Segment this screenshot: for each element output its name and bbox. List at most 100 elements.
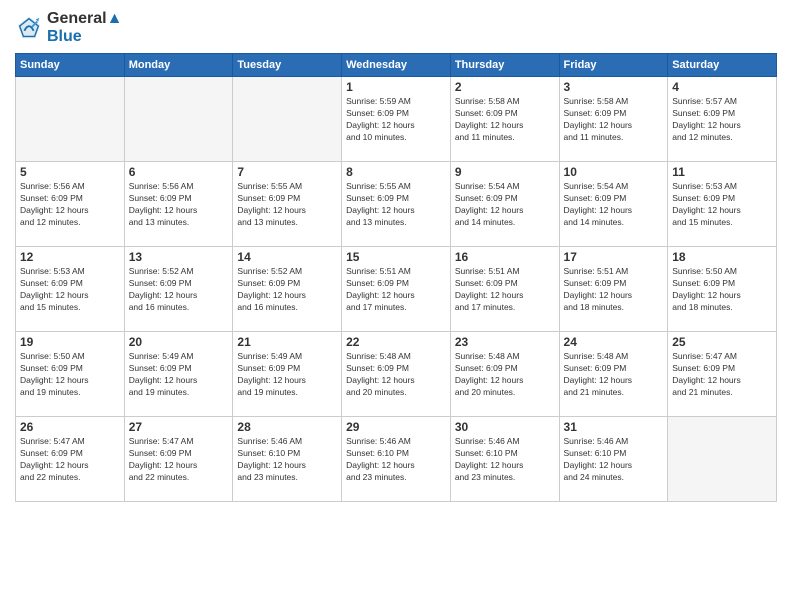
day-info: Sunrise: 5:46 AM Sunset: 6:10 PM Dayligh… — [455, 436, 555, 484]
day-info: Sunrise: 5:56 AM Sunset: 6:09 PM Dayligh… — [20, 181, 120, 229]
day-number: 22 — [346, 335, 446, 349]
calendar-cell: 24Sunrise: 5:48 AM Sunset: 6:09 PM Dayli… — [559, 332, 668, 417]
calendar-cell: 9 Sunrise: 5:54 AM Sunset: 6:09 PM Daylig… — [450, 162, 559, 247]
day-info: Sunrise: 5:55 AM Sunset: 6:09 PM Dayligh… — [237, 181, 337, 229]
calendar-cell: 22 Sunrise: 5:48 AM Sunset: 6:09 PM Dayli… — [342, 332, 451, 417]
day-number: 12 — [20, 250, 120, 264]
day-number: 29 — [346, 420, 446, 434]
calendar-cell: 18Sunrise: 5:50 AM Sunset: 6:09 PM Dayli… — [668, 247, 777, 332]
day-number: 23 — [455, 335, 555, 349]
day-info: Sunrise: 5:50 AM Sunset: 6:09 PM Dayligh… — [20, 351, 120, 399]
day-info: Sunrise: 5:57 AM Sunset: 6:09 PM Dayligh… — [672, 96, 772, 144]
calendar-cell: 26 Sunrise: 5:47 AM Sunset: 6:09 PM Dayli… — [16, 417, 125, 502]
day-number: 18 — [672, 250, 772, 264]
day-number: 7 — [237, 165, 337, 179]
weekday-header-wednesday: Wednesday — [342, 54, 451, 77]
calendar-cell: 29 Sunrise: 5:46 AM Sunset: 6:10 PM Dayli… — [342, 417, 451, 502]
day-info: Sunrise: 5:58 AM Sunset: 6:09 PM Dayligh… — [564, 96, 664, 144]
weekday-header-friday: Friday — [559, 54, 668, 77]
day-info: Sunrise: 5:52 AM Sunset: 6:09 PM Dayligh… — [237, 266, 337, 314]
calendar-cell: 15 Sunrise: 5:51 AM Sunset: 6:09 PM Dayli… — [342, 247, 451, 332]
calendar-cell: 16 Sunrise: 5:51 AM Sunset: 6:09 PM Dayli… — [450, 247, 559, 332]
calendar-cell: 27 Sunrise: 5:47 AM Sunset: 6:09 PM Dayli… — [124, 417, 233, 502]
day-info: Sunrise: 5:52 AM Sunset: 6:09 PM Dayligh… — [129, 266, 229, 314]
day-info: Sunrise: 5:48 AM Sunset: 6:09 PM Dayligh… — [455, 351, 555, 399]
day-info: Sunrise: 5:53 AM Sunset: 6:09 PM Dayligh… — [672, 181, 772, 229]
calendar-cell: 11Sunrise: 5:53 AM Sunset: 6:09 PM Dayli… — [668, 162, 777, 247]
calendar-cell: 25 Sunrise: 5:47 AM Sunset: 6:09 PM Dayli… — [668, 332, 777, 417]
calendar-cell: 3 Sunrise: 5:58 AM Sunset: 6:09 PM Daylig… — [559, 77, 668, 162]
day-info: Sunrise: 5:53 AM Sunset: 6:09 PM Dayligh… — [20, 266, 120, 314]
day-info: Sunrise: 5:49 AM Sunset: 6:09 PM Dayligh… — [237, 351, 337, 399]
calendar-table: SundayMondayTuesdayWednesdayThursdayFrid… — [15, 53, 777, 502]
week-row-1: 1Sunrise: 5:59 AM Sunset: 6:09 PM Daylig… — [16, 77, 777, 162]
day-info: Sunrise: 5:56 AM Sunset: 6:09 PM Dayligh… — [129, 181, 229, 229]
calendar-cell: 21 Sunrise: 5:49 AM Sunset: 6:09 PM Dayli… — [233, 332, 342, 417]
weekday-header-tuesday: Tuesday — [233, 54, 342, 77]
day-info: Sunrise: 5:47 AM Sunset: 6:09 PM Dayligh… — [129, 436, 229, 484]
calendar-cell: 10 Sunrise: 5:54 AM Sunset: 6:09 PM Dayli… — [559, 162, 668, 247]
day-number: 17 — [564, 250, 664, 264]
calendar-cell — [668, 417, 777, 502]
calendar-cell: 2Sunrise: 5:58 AM Sunset: 6:09 PM Daylig… — [450, 77, 559, 162]
header: General▲ Blue — [15, 10, 777, 45]
weekday-header-sunday: Sunday — [16, 54, 125, 77]
day-info: Sunrise: 5:46 AM Sunset: 6:10 PM Dayligh… — [346, 436, 446, 484]
day-number: 20 — [129, 335, 229, 349]
day-number: 15 — [346, 250, 446, 264]
week-row-3: 12 Sunrise: 5:53 AM Sunset: 6:09 PM Dayli… — [16, 247, 777, 332]
day-info: Sunrise: 5:51 AM Sunset: 6:09 PM Dayligh… — [564, 266, 664, 314]
day-number: 4 — [672, 80, 772, 94]
calendar-cell — [16, 77, 125, 162]
calendar-cell — [233, 77, 342, 162]
logo: General▲ Blue — [15, 10, 122, 45]
day-info: Sunrise: 5:48 AM Sunset: 6:09 PM Dayligh… — [564, 351, 664, 399]
logo-icon — [15, 14, 43, 42]
weekday-header-thursday: Thursday — [450, 54, 559, 77]
day-number: 21 — [237, 335, 337, 349]
calendar-cell: 8 Sunrise: 5:55 AM Sunset: 6:09 PM Daylig… — [342, 162, 451, 247]
day-info: Sunrise: 5:47 AM Sunset: 6:09 PM Dayligh… — [672, 351, 772, 399]
day-info: Sunrise: 5:47 AM Sunset: 6:09 PM Dayligh… — [20, 436, 120, 484]
day-number: 10 — [564, 165, 664, 179]
day-number: 27 — [129, 420, 229, 434]
calendar-cell: 12 Sunrise: 5:53 AM Sunset: 6:09 PM Dayli… — [16, 247, 125, 332]
weekday-header-monday: Monday — [124, 54, 233, 77]
calendar-cell — [124, 77, 233, 162]
day-info: Sunrise: 5:54 AM Sunset: 6:09 PM Dayligh… — [455, 181, 555, 229]
calendar-cell: 4 Sunrise: 5:57 AM Sunset: 6:09 PM Daylig… — [668, 77, 777, 162]
day-number: 6 — [129, 165, 229, 179]
calendar-cell: 30 Sunrise: 5:46 AM Sunset: 6:10 PM Dayli… — [450, 417, 559, 502]
day-number: 16 — [455, 250, 555, 264]
day-info: Sunrise: 5:48 AM Sunset: 6:09 PM Dayligh… — [346, 351, 446, 399]
weekday-header-saturday: Saturday — [668, 54, 777, 77]
day-info: Sunrise: 5:49 AM Sunset: 6:09 PM Dayligh… — [129, 351, 229, 399]
calendar-cell: 13 Sunrise: 5:52 AM Sunset: 6:09 PM Dayli… — [124, 247, 233, 332]
day-number: 3 — [564, 80, 664, 94]
day-info: Sunrise: 5:54 AM Sunset: 6:09 PM Dayligh… — [564, 181, 664, 229]
calendar-cell: 1Sunrise: 5:59 AM Sunset: 6:09 PM Daylig… — [342, 77, 451, 162]
day-info: Sunrise: 5:55 AM Sunset: 6:09 PM Dayligh… — [346, 181, 446, 229]
calendar-cell: 23 Sunrise: 5:48 AM Sunset: 6:09 PM Dayli… — [450, 332, 559, 417]
calendar-cell: 5 Sunrise: 5:56 AM Sunset: 6:09 PM Daylig… — [16, 162, 125, 247]
calendar-cell: 14Sunrise: 5:52 AM Sunset: 6:09 PM Dayli… — [233, 247, 342, 332]
day-number: 25 — [672, 335, 772, 349]
day-number: 5 — [20, 165, 120, 179]
day-number: 8 — [346, 165, 446, 179]
day-number: 9 — [455, 165, 555, 179]
day-info: Sunrise: 5:46 AM Sunset: 6:10 PM Dayligh… — [237, 436, 337, 484]
day-number: 26 — [20, 420, 120, 434]
calendar-cell: 7 Sunrise: 5:55 AM Sunset: 6:09 PM Daylig… — [233, 162, 342, 247]
day-number: 30 — [455, 420, 555, 434]
calendar-cell: 17 Sunrise: 5:51 AM Sunset: 6:09 PM Dayli… — [559, 247, 668, 332]
calendar-cell: 20 Sunrise: 5:49 AM Sunset: 6:09 PM Dayli… — [124, 332, 233, 417]
week-row-4: 19 Sunrise: 5:50 AM Sunset: 6:09 PM Dayli… — [16, 332, 777, 417]
calendar-cell: 6 Sunrise: 5:56 AM Sunset: 6:09 PM Daylig… — [124, 162, 233, 247]
day-number: 31 — [564, 420, 664, 434]
day-number: 19 — [20, 335, 120, 349]
day-info: Sunrise: 5:51 AM Sunset: 6:09 PM Dayligh… — [346, 266, 446, 314]
calendar-cell: 31Sunrise: 5:46 AM Sunset: 6:10 PM Dayli… — [559, 417, 668, 502]
day-number: 13 — [129, 250, 229, 264]
day-info: Sunrise: 5:51 AM Sunset: 6:09 PM Dayligh… — [455, 266, 555, 314]
logo-text: General▲ Blue — [47, 10, 122, 45]
